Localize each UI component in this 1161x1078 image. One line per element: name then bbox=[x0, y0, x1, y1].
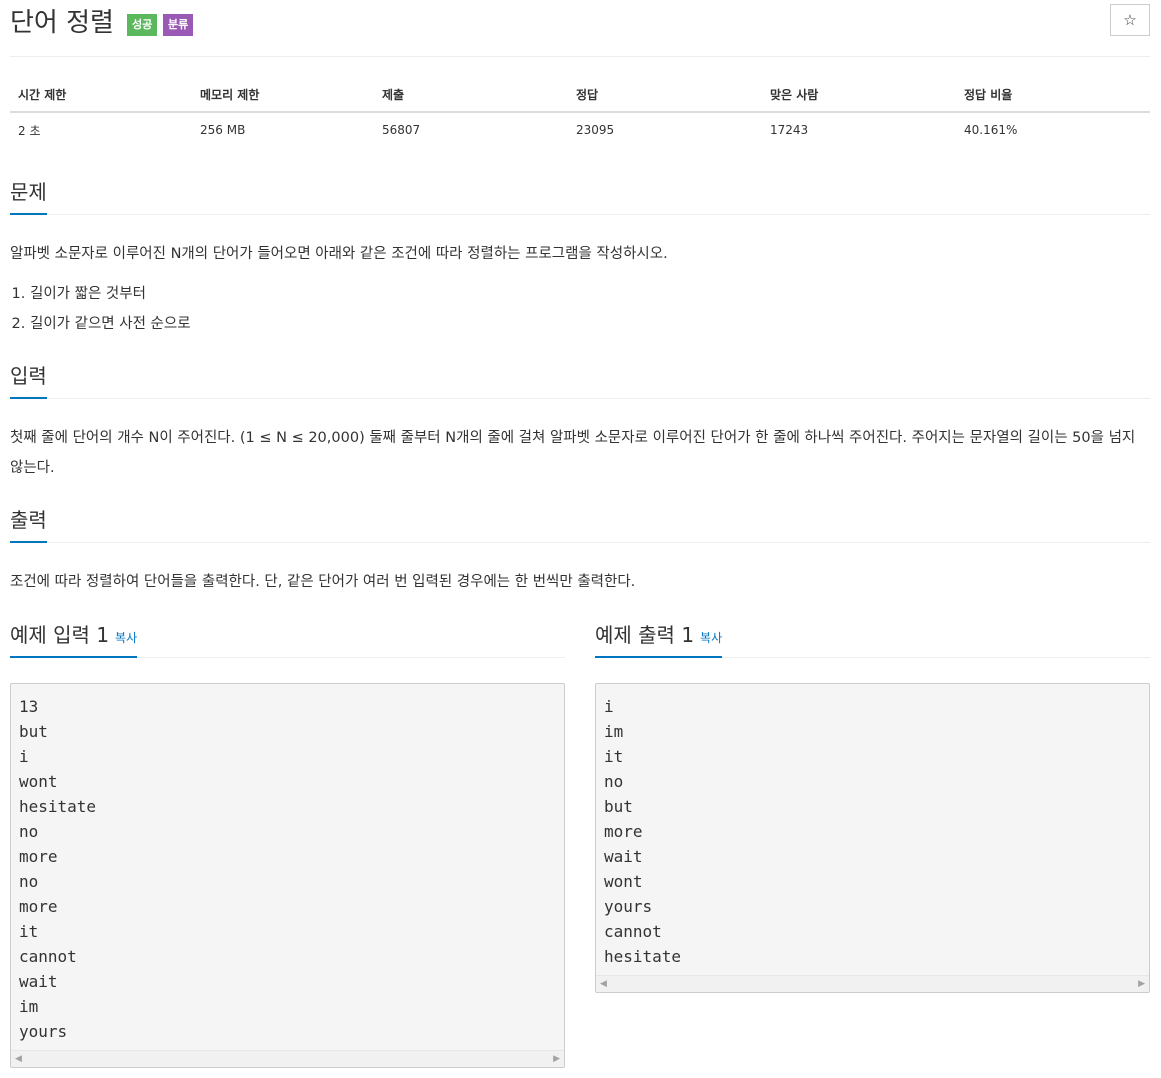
output-heading: 출력 bbox=[10, 505, 47, 543]
category-badge[interactable]: 분류 bbox=[163, 14, 194, 36]
problem-header: 단어 정렬 성공 분류 ☆ bbox=[10, 0, 1150, 57]
accepted-header: 정답 bbox=[568, 77, 762, 113]
page-title: 단어 정렬 bbox=[10, 8, 114, 38]
scroll-right-icon[interactable]: ▶ bbox=[553, 1054, 560, 1064]
sample-output-heading: 예제 출력 1 복사 bbox=[595, 620, 723, 658]
list-item: 길이가 같으면 사전 순으로 bbox=[30, 309, 191, 339]
sample-input-headline: 예제 입력 1 복사 bbox=[10, 620, 565, 658]
solved-users-header: 맞은 사람 bbox=[762, 77, 956, 113]
output-headline: 출력 bbox=[10, 505, 1150, 543]
time-limit-value: 2 초 bbox=[18, 123, 41, 138]
problem-info-table: 시간 제한 메모리 제한 제출 정답 맞은 사람 정답 비율 2 초 256 M… bbox=[10, 77, 1150, 147]
submissions-value[interactable]: 56807 bbox=[374, 112, 568, 147]
problem-page: 단어 정렬 성공 분류 ☆ 시간 제한 메모리 제한 제출 정답 맞은 사람 정… bbox=[0, 0, 1161, 1078]
scroll-left-icon[interactable]: ◀ bbox=[15, 1054, 22, 1064]
sample-output-box[interactable]: i im it no but more wait wont yours cann… bbox=[595, 683, 1150, 993]
input-heading: 입력 bbox=[10, 361, 47, 399]
success-badge[interactable]: 성공 bbox=[127, 14, 158, 36]
description-heading: 문제 bbox=[10, 177, 47, 215]
sample-input-heading: 예제 입력 1 복사 bbox=[10, 620, 138, 658]
input-headline: 입력 bbox=[10, 361, 1150, 399]
memory-limit-header: 메모리 제한 bbox=[192, 77, 374, 113]
sample-input-content: 13 but i wont hesitate no more no more i… bbox=[19, 697, 97, 1041]
horizontal-scrollbar[interactable]: ◀ ▶ bbox=[596, 975, 1149, 992]
description-headline: 문제 bbox=[10, 177, 1150, 215]
sample-output-headline: 예제 출력 1 복사 bbox=[595, 620, 1150, 658]
solved-users-value: 17243 bbox=[770, 123, 809, 137]
submissions-header: 제출 bbox=[374, 77, 568, 113]
scroll-left-icon[interactable]: ◀ bbox=[600, 979, 607, 989]
accept-ratio-value: 40.161% bbox=[964, 123, 1018, 137]
sample-input-box[interactable]: 13 but i wont hesitate no more no more i… bbox=[10, 683, 565, 1068]
time-limit-header: 시간 제한 bbox=[10, 77, 192, 113]
memory-limit-value: 256 MB bbox=[200, 123, 246, 137]
output-text: 조건에 따라 정렬하여 단어들을 출력한다. 단, 같은 단어가 여러 번 입력… bbox=[10, 574, 636, 590]
copy-output-button[interactable]: 복사 bbox=[700, 631, 722, 645]
star-button[interactable]: ☆ bbox=[1110, 4, 1150, 36]
description-list: 길이가 짧은 것부터 길이가 같으면 사전 순으로 bbox=[10, 279, 191, 339]
copy-input-button[interactable]: 복사 bbox=[115, 631, 137, 645]
accepted-value: 23095 bbox=[576, 123, 615, 137]
sample-output-content: i im it no but more wait wont yours cann… bbox=[604, 697, 682, 966]
list-item: 길이가 짧은 것부터 bbox=[30, 279, 191, 309]
accept-ratio-header: 정답 비율 bbox=[956, 77, 1150, 113]
table-header-row: 시간 제한 메모리 제한 제출 정답 맞은 사람 정답 비율 bbox=[10, 77, 1150, 113]
star-icon: ☆ bbox=[1123, 11, 1137, 29]
horizontal-scrollbar[interactable]: ◀ ▶ bbox=[11, 1050, 564, 1067]
scroll-right-icon[interactable]: ▶ bbox=[1138, 979, 1145, 989]
table-row: 2 초 256 MB 56807 23095 17243 40.161% bbox=[10, 112, 1150, 147]
input-text: 첫째 줄에 단어의 개수 N이 주어진다. (1 ≤ N ≤ 20,000) 둘… bbox=[10, 430, 1136, 476]
description-text: 알파벳 소문자로 이루어진 N개의 단어가 들어오면 아래와 같은 조건에 따라… bbox=[10, 246, 668, 262]
